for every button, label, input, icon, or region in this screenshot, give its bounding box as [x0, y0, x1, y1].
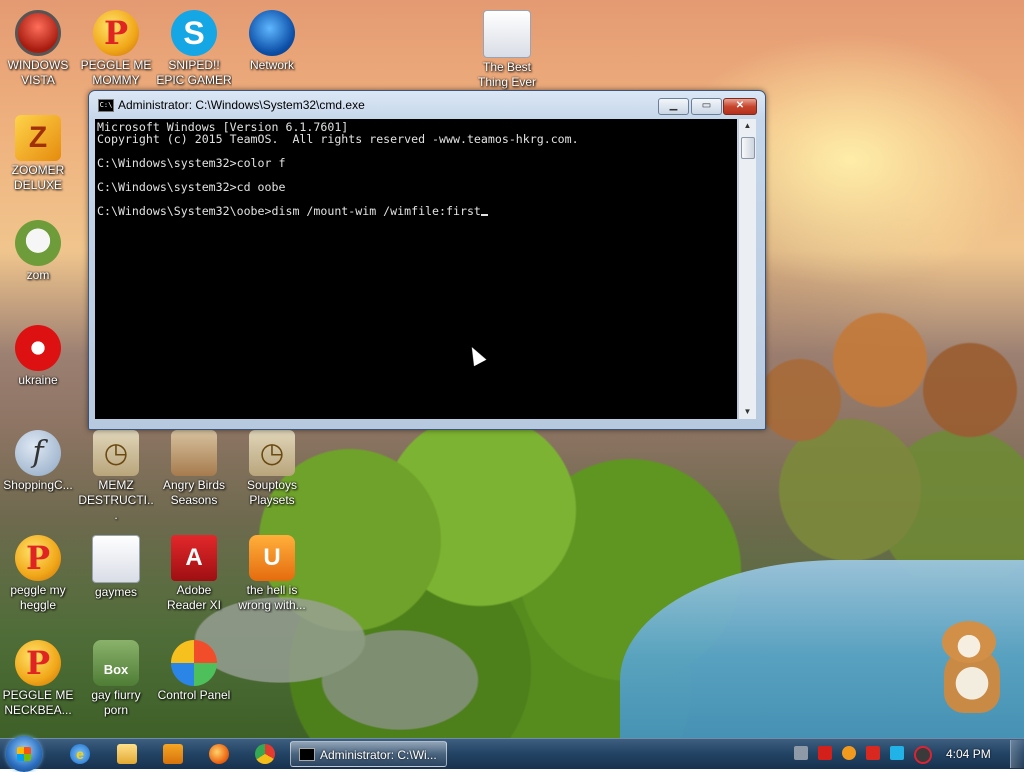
console-line: Copyright (c) 2015 TeamOS. All rights re… [97, 132, 579, 146]
chrome-icon[interactable] [255, 744, 275, 764]
desktop-icon-uc-browser[interactable]: U the hell is wrong with... [234, 531, 310, 631]
cmd-window[interactable]: C:\ Administrator: C:\Windows\System32\c… [88, 90, 766, 430]
scrollbar-thumb[interactable] [741, 137, 755, 159]
desktop-icon-label: ZOOMER DELUXE [11, 163, 65, 192]
peggle-icon: P [15, 640, 61, 686]
desktop-icon-label: gaymes [94, 585, 138, 599]
desktop-icon-zom[interactable]: zom [0, 216, 76, 316]
desktop-icon-peggle-my-heggle[interactable]: P peggle my heggle [0, 531, 76, 631]
desktop-icon-memz[interactable]: ◷ MEMZ DESTRUCTI... [78, 426, 154, 526]
peggle-icon: P [15, 535, 61, 581]
scroll-down-icon[interactable]: ▼ [739, 405, 756, 419]
skype-icon: S [171, 10, 217, 56]
desktop-icon-label: WINDOWS VISTA [7, 58, 69, 87]
display-icon[interactable] [890, 746, 904, 760]
text-cursor [480, 214, 488, 216]
start-button[interactable] [6, 736, 42, 772]
vista-icon [15, 10, 61, 56]
desktop-icon-box[interactable]: Box gay fiurry porn [78, 636, 154, 736]
network-icon [249, 10, 295, 56]
uc-browser-icon: U [249, 535, 295, 581]
taskbar-clock[interactable]: 4:04 PM [946, 747, 991, 761]
window-title: Administrator: C:\Windows\System32\cmd.e… [118, 98, 365, 112]
control-panel-icon [171, 640, 217, 686]
system-tray [794, 746, 934, 764]
flag-icon[interactable] [866, 746, 880, 760]
desktop-icon-label: Angry Birds Seasons [162, 478, 226, 507]
desktop-icon-angry-birds[interactable]: Angry Birds Seasons [156, 426, 232, 526]
console-icon [299, 748, 315, 761]
desktop-icon-label: ukraine [18, 373, 58, 387]
maximize-button[interactable]: ▭ [691, 98, 722, 115]
box-icon: Box [93, 640, 139, 686]
flash-icon: f [15, 430, 61, 476]
taskbar-button-label: Administrator: C:\Wi... [320, 748, 437, 762]
vertical-scrollbar[interactable]: ▲ ▼ [738, 119, 756, 419]
clock-icon: ◷ [249, 430, 295, 476]
desktop-icon-peggle-neckbeard[interactable]: P PEGGLE ME NECKBEA... [0, 636, 76, 736]
desktop-icon-windows-vista[interactable]: WINDOWS VISTA [0, 6, 76, 106]
console-command-text: C:\Windows\System32\oobe>dism /mount-wim… [97, 204, 481, 218]
speaker-icon[interactable] [914, 746, 932, 764]
taskbar-button-cmd[interactable]: Administrator: C:\Wi... [290, 741, 447, 767]
desktop-icon-souptoys[interactable]: ◷ Souptoys Playsets [234, 426, 310, 526]
zoomer-icon: Z [15, 115, 61, 161]
clock-icon: ◷ [93, 430, 139, 476]
desktop-icon-adobe-reader[interactable]: A Adobe Reader XI [156, 531, 232, 631]
desktop-icon-label: Network [249, 58, 294, 72]
desktop-icon-label: the hell is wrong with... [238, 583, 306, 612]
close-button[interactable]: ✕ [723, 98, 757, 115]
desktop-icon-label: MEMZ DESTRUCTI... [78, 478, 154, 522]
desktop-icon-label: peggle my heggle [10, 583, 66, 612]
firefox-icon[interactable] [209, 744, 229, 764]
angry-birds-icon [171, 430, 217, 476]
minimize-button[interactable]: ▁ [658, 98, 689, 115]
peggle-icon: P [93, 10, 139, 56]
desktop-icon-label: PEGGLE ME NECKBEA... [2, 688, 74, 717]
search-icon[interactable] [842, 746, 856, 760]
minimize-icon: ▁ [669, 100, 678, 111]
taskbar: e Administrator: C:\Wi... 4:04 PM [0, 736, 1024, 772]
desktop-icon-label: gay fiurry porn [91, 688, 141, 717]
desktop-icon-shopping[interactable]: f ShoppingC... [0, 426, 76, 526]
console-line: C:\Windows\system32>color f [97, 156, 286, 170]
maximize-icon: ▭ [701, 100, 712, 111]
show-desktop-button[interactable] [1010, 740, 1024, 768]
internet-explorer-icon[interactable]: e [70, 744, 90, 764]
desktop-icon-ukraine[interactable]: ukraine [0, 321, 76, 421]
wallpaper-forest [760, 280, 1024, 580]
window-titlebar[interactable]: C:\ Administrator: C:\Windows\System32\c… [89, 91, 765, 119]
media-player-icon[interactable] [163, 744, 183, 764]
folder-icon [483, 10, 531, 58]
hamster-mascot-icon[interactable] [932, 617, 1010, 717]
desktop-icon-label: zom [26, 268, 50, 282]
scroll-up-icon[interactable]: ▲ [739, 119, 756, 133]
console-output[interactable]: Microsoft Windows [Version 6.1.7601] Cop… [95, 119, 737, 419]
desktop-icon-label: The Best Thing Ever [477, 60, 537, 89]
folder-icon [92, 535, 140, 583]
folder-icon[interactable] [117, 744, 137, 764]
desktop-icon-label: Souptoys Playsets [246, 478, 298, 507]
radiation-icon [15, 325, 61, 371]
console-command-line[interactable]: C:\Windows\System32\oobe>dism /mount-wim… [97, 205, 737, 217]
desktop-icon-control-panel[interactable]: Control Panel [156, 636, 232, 736]
desktop-icon-label: Adobe Reader XI [166, 583, 222, 612]
console-icon: C:\ [98, 99, 114, 112]
desktop[interactable]: WINDOWS VISTA P PEGGLE ME MOMMY S SNIPED… [0, 0, 1024, 738]
desktop-icon-label: Control Panel [157, 688, 231, 702]
desktop-icon-zoomer-deluxe[interactable]: Z ZOOMER DELUXE [0, 111, 76, 211]
windows-logo-icon [17, 747, 31, 761]
antivirus-icon[interactable] [818, 746, 832, 760]
hamster-head [942, 621, 996, 663]
desktop-icon-label: ShoppingC... [3, 478, 73, 492]
desktop-icon-label: PEGGLE ME MOMMY [80, 58, 152, 87]
zom-icon [15, 220, 61, 266]
desktop-icon-gaymes[interactable]: gaymes [78, 531, 154, 631]
settings-icon[interactable] [794, 746, 808, 760]
pdf-icon: A [171, 535, 217, 581]
close-icon: ✕ [735, 100, 745, 111]
console-line: C:\Windows\system32>cd oobe [97, 180, 286, 194]
